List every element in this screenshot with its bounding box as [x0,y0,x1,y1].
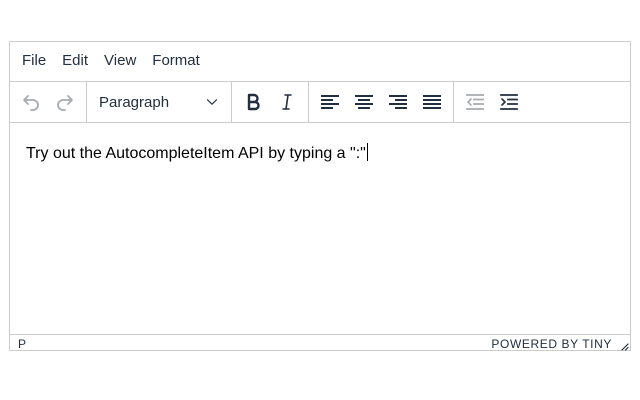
formatting-group [232,82,309,122]
menu-view[interactable]: View [96,52,144,71]
toolbar: Paragraph [10,82,630,123]
block-format-label: Paragraph [99,93,170,111]
menu-edit[interactable]: Edit [54,52,96,71]
history-group [10,82,87,122]
undo-button[interactable] [14,85,48,119]
outdent-button[interactable] [458,85,492,119]
align-center-button[interactable] [347,85,381,119]
bold-button[interactable] [236,85,270,119]
align-justify-icon [423,95,441,109]
block-format-select[interactable]: Paragraph [91,85,227,119]
element-path[interactable]: P [18,337,26,351]
editor-paragraph: Try out the AutocompleteItem API by typi… [26,145,366,162]
resize-handle-icon[interactable] [619,341,629,351]
undo-icon [23,95,39,111]
block-format-group: Paragraph [87,82,232,122]
align-left-icon [321,95,339,109]
indent-button[interactable] [492,85,526,119]
text-caret [366,143,368,161]
redo-button[interactable] [48,85,82,119]
editor-content-area[interactable]: Try out the AutocompleteItem API by typi… [10,123,630,334]
rich-text-editor: File Edit View Format Paragraph Try out … [9,41,631,351]
statusbar: P POWERED BY TINY [10,334,630,352]
align-center-icon [355,95,373,109]
align-justify-button[interactable] [415,85,449,119]
redo-icon [57,95,73,111]
alignment-group [309,82,454,122]
bold-icon [247,93,260,111]
menu-file[interactable]: File [14,52,54,71]
italic-icon [282,94,292,110]
align-left-button[interactable] [313,85,347,119]
chevron-down-icon [206,99,218,105]
align-right-icon [389,95,407,109]
branding-link[interactable]: POWERED BY TINY [491,337,612,351]
outdent-icon [466,94,484,110]
indent-icon [500,94,518,110]
indent-group [454,82,530,122]
menu-format[interactable]: Format [144,52,208,71]
italic-button[interactable] [270,85,304,119]
menubar: File Edit View Format [10,42,630,82]
align-right-button[interactable] [381,85,415,119]
